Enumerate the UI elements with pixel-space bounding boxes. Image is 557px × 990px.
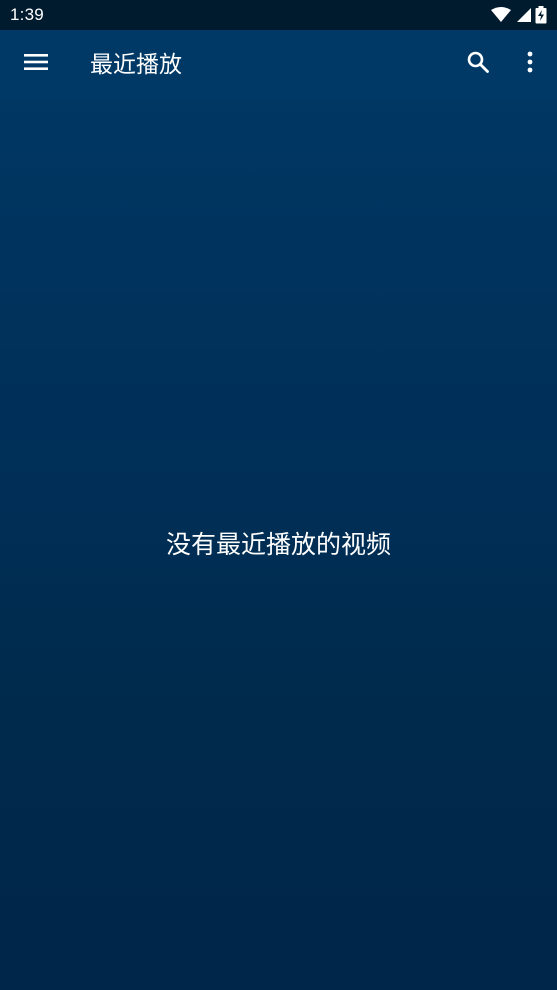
battery-charging-icon — [535, 6, 547, 24]
empty-state-message: 没有最近播放的视频 — [165, 530, 391, 559]
status-bar: 1:39 — [0, 0, 557, 30]
app-bar: 最近播放 — [0, 30, 557, 100]
menu-button[interactable] — [16, 44, 56, 84]
wifi-icon — [491, 7, 511, 23]
status-icons — [491, 0, 547, 30]
search-button[interactable] — [458, 44, 498, 84]
more-vert-icon — [527, 51, 533, 77]
menu-icon — [24, 53, 48, 75]
status-time: 1:39 — [10, 5, 44, 24]
content-area: 没有最近播放的视频 — [0, 100, 557, 990]
search-icon — [467, 51, 489, 77]
signal-icon — [515, 7, 531, 23]
page-title: 最近播放 — [90, 52, 182, 78]
more-options-button[interactable] — [510, 44, 550, 84]
